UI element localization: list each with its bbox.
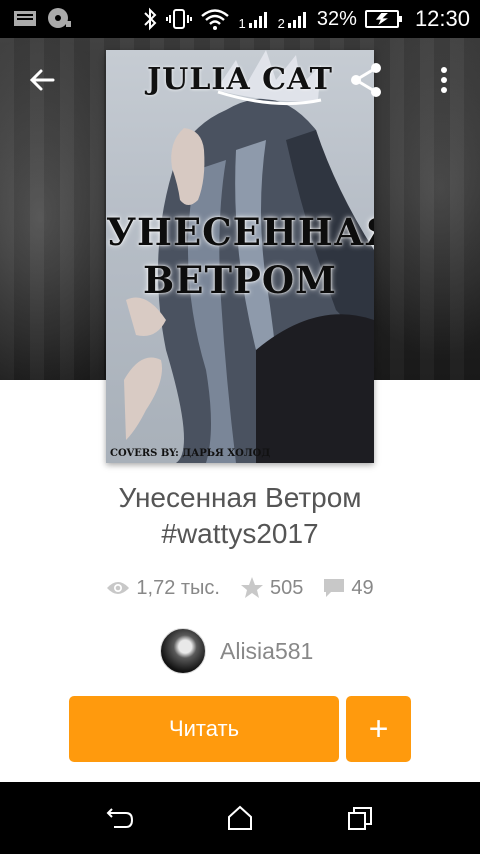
battery-icon (364, 10, 402, 28)
back-arrow-icon (29, 69, 55, 91)
comment-icon (324, 579, 345, 597)
book-cover: JULIA CAT УНЕСЕННАЯ ВЕТРОМ COVERS BY: ДА… (106, 50, 374, 463)
wifi-icon (201, 9, 230, 30)
author-name: Alisia581 (220, 637, 314, 664)
author-link[interactable]: Alisia581 (160, 628, 313, 674)
cover-title-line2: ВЕТРОМ (142, 258, 338, 302)
sd-card-icon (14, 11, 36, 26)
read-button[interactable]: Читать (69, 696, 339, 762)
more-options-button[interactable] (420, 56, 468, 104)
signal2-icon (287, 12, 306, 28)
nav-recents-button[interactable] (338, 796, 382, 840)
back-button[interactable] (18, 56, 66, 104)
sim1-label: 1 (238, 15, 246, 31)
comments-stat: 49 (323, 576, 374, 600)
eye-icon (107, 582, 130, 594)
cover-title-text: УНЕСЕННАЯ ВЕТРОМ (106, 208, 374, 304)
sim2-label: 2 (277, 15, 285, 31)
nav-home-icon (228, 805, 252, 830)
navigation-bar (0, 782, 480, 854)
views-count: 1,72 тыс. (136, 576, 220, 599)
votes-stat: 505 (240, 576, 303, 600)
read-button-label: Читать (168, 716, 240, 741)
cover-author-text: JULIA CAT (146, 62, 334, 97)
add-to-library-button[interactable]: + (346, 696, 411, 762)
share-icon (351, 63, 381, 97)
more-vert-icon (441, 67, 447, 93)
battery-percent: 32% (316, 7, 357, 30)
add-button-label: + (368, 710, 389, 748)
nav-recents-icon (348, 807, 372, 830)
status-bar: 1 2 32% 12:30 (0, 0, 480, 38)
comments-count: 49 (351, 576, 374, 599)
disc-icon (48, 8, 71, 28)
book-title: Унесенная Ветром #wattys2017 (118, 482, 362, 549)
nav-back-icon (106, 808, 134, 828)
views-stat: 1,72 тыс. (106, 577, 220, 600)
share-button[interactable] (342, 56, 390, 104)
cover-title-line1: УНЕСЕННАЯ (106, 210, 374, 254)
avatar (160, 628, 206, 674)
vibrate-icon (166, 9, 193, 29)
signal1-icon (248, 12, 267, 28)
cover-credit-text: COVERS BY: ДАРЬЯ ХОЛОД (110, 448, 271, 459)
nav-back-button[interactable] (98, 796, 142, 840)
bluetooth-icon (144, 7, 157, 31)
nav-home-button[interactable] (218, 796, 262, 840)
book-stats: 1,72 тыс. 505 49 (0, 576, 480, 600)
star-icon (240, 577, 263, 598)
votes-count: 505 (269, 576, 304, 599)
clock: 12:30 (414, 6, 470, 31)
